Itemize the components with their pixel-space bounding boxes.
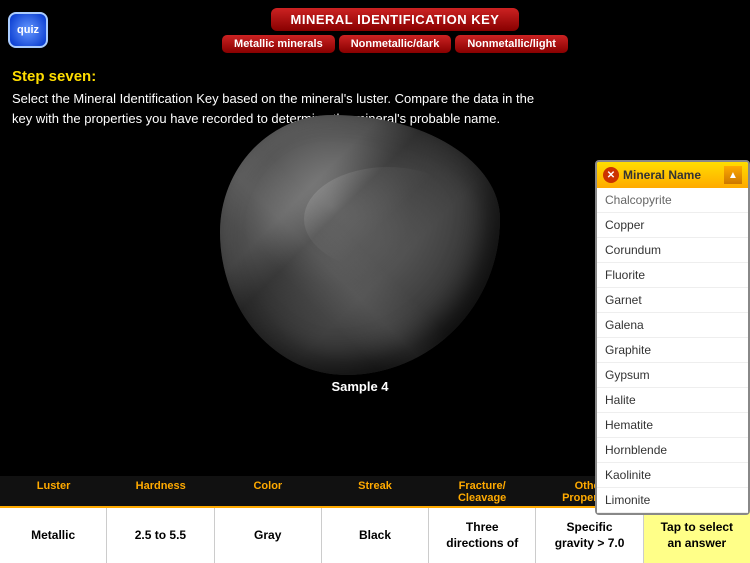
cell-color: Gray — [215, 508, 322, 563]
dropdown-header: ✕ Mineral Name ▲ — [597, 162, 748, 188]
tab-metallic-label: Metallic minerals — [234, 38, 323, 50]
dropdown-item[interactable]: Garnet — [597, 288, 748, 313]
cell-luster: Metallic — [0, 508, 107, 563]
cell-answer[interactable]: Tap to selectan answer — [644, 508, 750, 563]
cell-hardness: 2.5 to 5.5 — [107, 508, 214, 563]
page-title: MINERAL IDENTIFICATION KEY — [271, 8, 520, 31]
cell-other: Specificgravity > 7.0 — [536, 508, 643, 563]
tab-nonmetallic-light[interactable]: Nonmetallic/light — [455, 35, 568, 53]
dropdown-item[interactable]: Graphite — [597, 338, 748, 363]
tab-nonmetallic-light-label: Nonmetallic/light — [467, 38, 556, 50]
col-header-streak: Streak — [321, 480, 428, 504]
header-center: MINERAL IDENTIFICATION KEY Metallic mine… — [48, 8, 742, 53]
dropdown-item[interactable]: Chalcopyrite — [597, 188, 748, 213]
cell-streak: Black — [322, 508, 429, 563]
app-header: quiz MINERAL IDENTIFICATION KEY Metallic… — [0, 0, 750, 60]
dropdown-list[interactable]: ChalcopyriteCopperCorundumFluoriteGarnet… — [597, 188, 748, 513]
tab-nonmetallic-dark-label: Nonmetallic/dark — [351, 38, 440, 50]
dropdown-item[interactable]: Hematite — [597, 413, 748, 438]
dropdown-item[interactable]: Gypsum — [597, 363, 748, 388]
main-content: Step seven: Select the Mineral Identific… — [0, 60, 750, 563]
dropdown-item[interactable]: Copper — [597, 213, 748, 238]
col-header-cleavage: Fracture/Cleavage — [429, 480, 536, 504]
dropdown-item[interactable]: Hornblende — [597, 438, 748, 463]
tab-metallic[interactable]: Metallic minerals — [222, 35, 335, 53]
col-header-color: Color — [214, 480, 321, 504]
title-text: MINERAL IDENTIFICATION KEY — [291, 12, 500, 27]
dropdown-title: Mineral Name — [623, 168, 720, 182]
nav-tabs: Metallic minerals Nonmetallic/dark Nonme… — [222, 35, 568, 53]
close-icon[interactable]: ✕ — [603, 167, 619, 183]
close-label: ✕ — [607, 170, 615, 181]
scroll-up-icon[interactable]: ▲ — [724, 166, 742, 184]
dropdown-item[interactable]: Limonite — [597, 488, 748, 513]
col-header-hardness: Hardness — [107, 480, 214, 504]
quiz-label: quiz — [17, 24, 39, 36]
quiz-badge: quiz — [8, 12, 48, 48]
dropdown-item[interactable]: Halite — [597, 388, 748, 413]
step-label: Step seven: — [0, 60, 750, 89]
sample-label: Sample 4 — [220, 379, 500, 394]
col-header-luster: Luster — [0, 480, 107, 504]
cell-cleavage: Threedirections of — [429, 508, 536, 563]
dropdown-item[interactable]: Fluorite — [597, 263, 748, 288]
mineral-image: Sample 4 — [220, 115, 500, 395]
dropdown-item[interactable]: Corundum — [597, 238, 748, 263]
rock-image — [220, 115, 500, 375]
tab-nonmetallic-dark[interactable]: Nonmetallic/dark — [339, 35, 452, 53]
mineral-dropdown-panel: ✕ Mineral Name ▲ ChalcopyriteCopperCorun… — [595, 160, 750, 515]
dropdown-item[interactable]: Kaolinite — [597, 463, 748, 488]
dropdown-item[interactable]: Galena — [597, 313, 748, 338]
